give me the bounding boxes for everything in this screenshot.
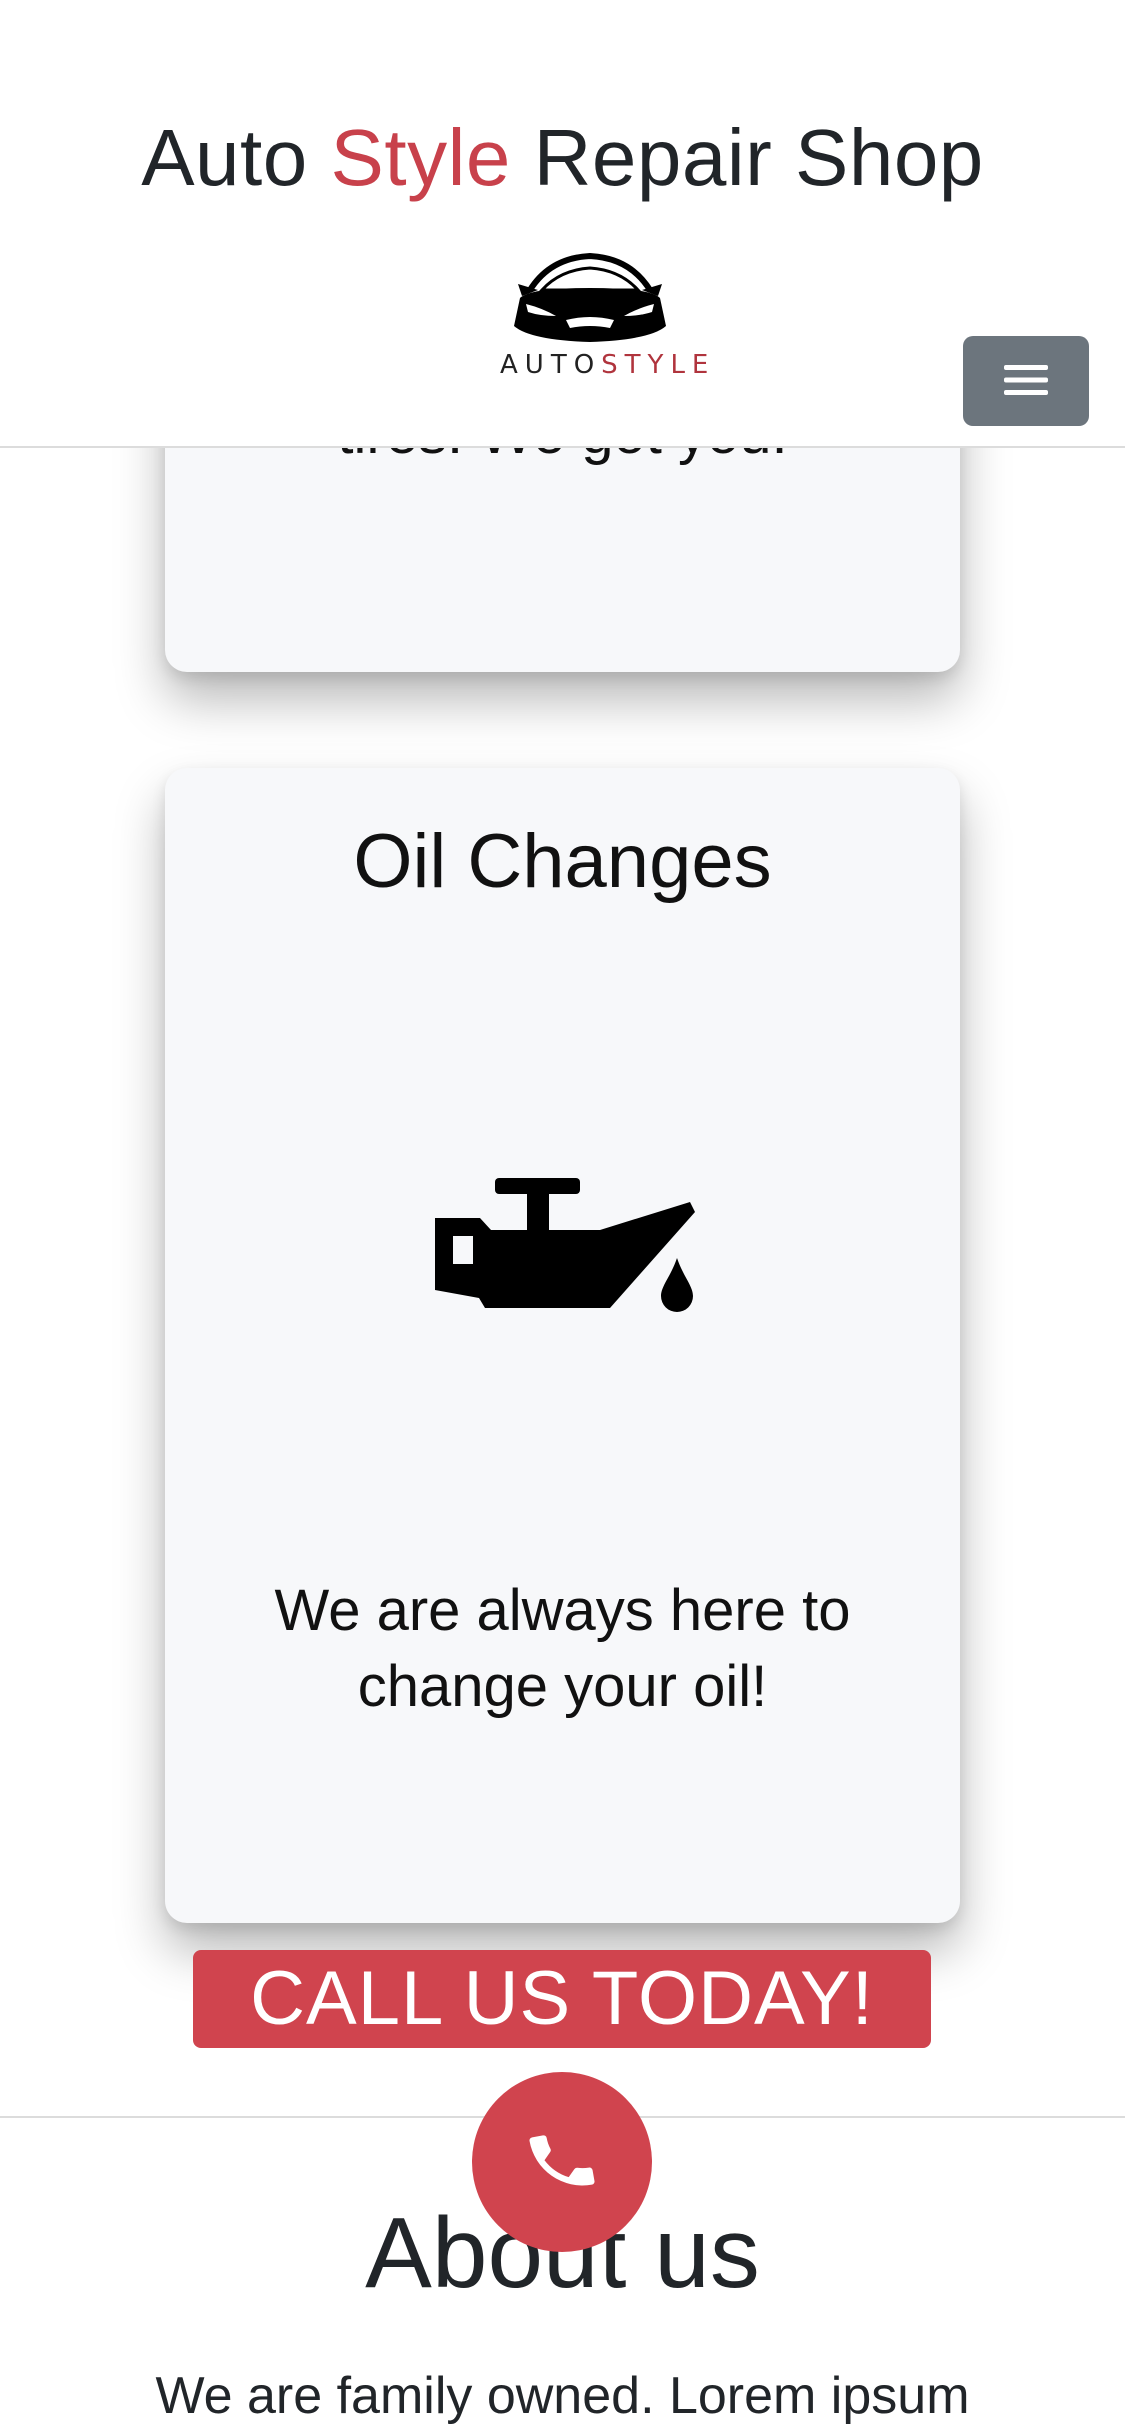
service-card-title: Oil Changes (353, 819, 772, 904)
site-title-part2: Repair Shop (510, 113, 984, 202)
call-us-today-button[interactable]: CALL US TODAY! (193, 1950, 931, 2048)
service-card-oil-changes: Oil Changes We are always here to change… (165, 768, 960, 1923)
call-phone-button[interactable] (472, 2072, 652, 2252)
phone-icon (524, 2123, 600, 2202)
menu-toggle-button[interactable] (963, 336, 1089, 426)
service-card-description: We are always here to change your oil! (274, 1578, 851, 1719)
hamburger-menu-icon (1004, 364, 1048, 399)
autostyle-logo[interactable]: AUTOSTYLE (500, 250, 716, 390)
logo-text: AUTOSTYLE (500, 350, 716, 380)
page: tires. We got you. Oil Changes We are al… (0, 0, 1125, 2436)
site-title-part1: Auto (141, 113, 331, 202)
site-header: Auto Style Repair Shop AUTOSTYLE (0, 0, 1125, 448)
about-text: We are family owned. Lorem ipsum (155, 2367, 970, 2425)
site-title[interactable]: Auto Style Repair Shop (0, 112, 1125, 204)
oil-can-icon (425, 1168, 705, 1348)
site-title-accent: Style (330, 113, 511, 202)
car-icon (514, 252, 666, 342)
